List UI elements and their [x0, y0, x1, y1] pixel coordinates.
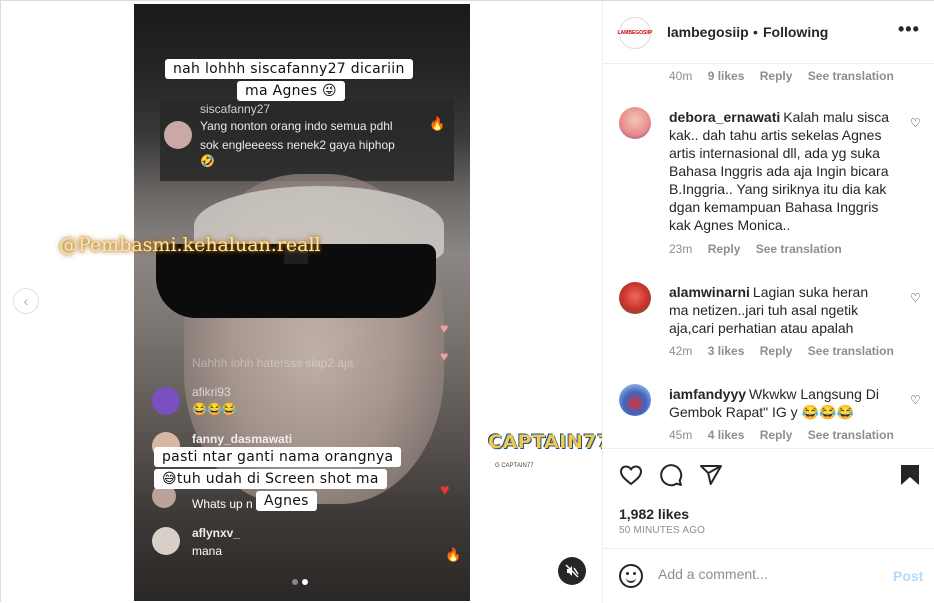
live-comment-user: fanny_dasmawati — [192, 432, 293, 446]
post-modal: ‹ siscafanny27 Yang nonton orang indo se… — [0, 0, 934, 603]
reply-button[interactable]: Reply — [708, 242, 741, 256]
likes-count[interactable]: 1,982 likes — [619, 506, 689, 522]
see-translation-button[interactable]: See translation — [756, 242, 842, 256]
live-comment-text: Whats up n — [192, 497, 253, 511]
avatar-text: LAMBEGOSIIP — [617, 30, 653, 36]
overlay-comment-text: Yang nonton orang indo semua pdhl — [200, 119, 393, 133]
comment-avatar[interactable] — [619, 107, 651, 139]
comment-time: 42m — [669, 344, 693, 358]
heart-icon: ♥ — [440, 348, 449, 364]
heart-icon: ♥ — [440, 482, 450, 499]
live-comment-avatar — [152, 527, 180, 555]
comment-meta: 40m 9 likes Reply See translation — [669, 69, 894, 83]
comment-body: debora_ernawati Kalah malu sisca kak.. da… — [669, 108, 891, 234]
speaker-muted-icon — [565, 564, 579, 578]
like-comment-heart-icon[interactable]: ♡ — [910, 116, 921, 130]
comment-username[interactable]: alamwinarni — [669, 284, 750, 300]
comment-meta: 45m 4 likes Reply See translation — [669, 428, 894, 442]
emoji-icon[interactable] — [619, 564, 643, 588]
previous-post-button[interactable]: ‹ — [13, 288, 39, 314]
live-comment-user: aflynxv_ — [192, 526, 241, 540]
video-caption: nah lohhh siscafanny27 dicariin — [165, 59, 413, 79]
post-comment-button[interactable]: Post — [893, 568, 923, 584]
mute-button[interactable] — [558, 557, 586, 585]
reply-button[interactable]: Reply — [760, 69, 793, 83]
live-comment-text: mana — [192, 544, 223, 558]
comment-time: 40m — [669, 69, 693, 83]
captain77-sub: G CAPTAIN77 — [495, 463, 534, 469]
comment-time: 23m — [669, 242, 693, 256]
add-comment-bar: Post — [603, 548, 934, 603]
reply-button[interactable]: Reply — [760, 428, 793, 442]
see-translation-button[interactable]: See translation — [808, 344, 894, 358]
see-translation-button[interactable]: See translation — [808, 69, 894, 83]
comment-username[interactable]: debora_ernawati — [669, 109, 780, 125]
live-comment-user: afikri93 — [192, 385, 231, 399]
comment-avatar[interactable] — [619, 384, 651, 416]
comments-list: 40m 9 likes Reply See translation debora… — [603, 64, 934, 448]
live-comment-avatar — [152, 387, 180, 415]
comment-input[interactable] — [658, 566, 878, 582]
reply-button[interactable]: Reply — [760, 344, 793, 358]
carousel-dots — [292, 579, 308, 585]
post-header: LAMBEGOSIIP lambegosiip • Following ••• — [603, 1, 934, 64]
comment-likes[interactable]: 9 likes — [708, 69, 745, 83]
comment-likes[interactable]: 3 likes — [708, 344, 745, 358]
comment-likes[interactable]: 4 likes — [708, 428, 745, 442]
live-comment-text: 😂😂😂 — [192, 402, 237, 416]
faded-live-comment: Nahhh lohh hatersss siap2 aja — [192, 356, 354, 370]
like-heart-icon[interactable] — [619, 463, 643, 487]
like-comment-heart-icon[interactable]: ♡ — [910, 393, 921, 407]
comment-time: 45m — [669, 428, 693, 442]
carousel-dot — [292, 579, 298, 585]
video-caption: Agnes — [256, 491, 317, 511]
video-caption: ma Agnes 😜 — [237, 81, 345, 101]
video-caption: 😅tuh udah di Screen shot ma — [154, 469, 387, 489]
separator-dot: • — [753, 24, 758, 40]
comment-text: Kalah malu sisca kak.. dah tahu artis se… — [669, 109, 890, 233]
post-actions: 1,982 likes 50 MINUTES AGO — [603, 448, 934, 548]
inshot-watermark: inShot — [491, 563, 554, 585]
post-timestamp: 50 MINUTES AGO — [619, 525, 706, 536]
following-button[interactable]: Following — [763, 24, 828, 40]
bookmark-saved-icon[interactable] — [899, 463, 921, 487]
like-comment-heart-icon[interactable]: ♡ — [910, 291, 921, 305]
comment-username[interactable]: iamfandyyy — [669, 386, 746, 402]
overlay-comment-user: siscafanny27 — [200, 102, 271, 116]
overlay-comment-avatar — [164, 121, 192, 149]
fire-icon: 🔥 — [445, 547, 462, 562]
comment-meta: 42m 3 likes Reply See translation — [669, 344, 894, 358]
comment-body: alamwinarni Lagian suka heran ma netizen.… — [669, 283, 891, 337]
see-translation-button[interactable]: See translation — [808, 428, 894, 442]
watermark-text: @Pembasmi.kehaluan.reall — [59, 234, 321, 256]
more-options-icon[interactable]: ••• — [898, 19, 920, 40]
video-caption: pasti ntar ganti nama orangnya — [154, 447, 402, 467]
chevron-left-icon: ‹ — [23, 293, 29, 309]
overlay-comment-emoji: 🤣 — [200, 154, 215, 168]
heart-icon: ♥ — [440, 320, 449, 336]
fire-icon: 🔥 — [429, 116, 446, 131]
media-panel: ‹ siscafanny27 Yang nonton orang indo se… — [1, 1, 610, 603]
comment-body: iamfandyyy Wkwkw Langsung Di Gembok Rapat… — [669, 385, 891, 421]
overlay-comment-text: sok engleeeess nenek2 gaya hiphop — [200, 138, 395, 152]
comment-avatar[interactable] — [619, 282, 651, 314]
post-username[interactable]: lambegosiip — [667, 24, 749, 40]
comment-meta: 23m Reply See translation — [669, 242, 842, 256]
carousel-dot-active — [302, 579, 308, 585]
comment-bubble-icon[interactable] — [659, 463, 683, 487]
share-paper-plane-icon[interactable] — [699, 463, 723, 487]
post-sidebar: LAMBEGOSIIP lambegosiip • Following ••• … — [602, 1, 934, 603]
avatar[interactable]: LAMBEGOSIIP — [617, 17, 653, 49]
captain77-logo: CAPTAIN77 — [488, 431, 611, 453]
